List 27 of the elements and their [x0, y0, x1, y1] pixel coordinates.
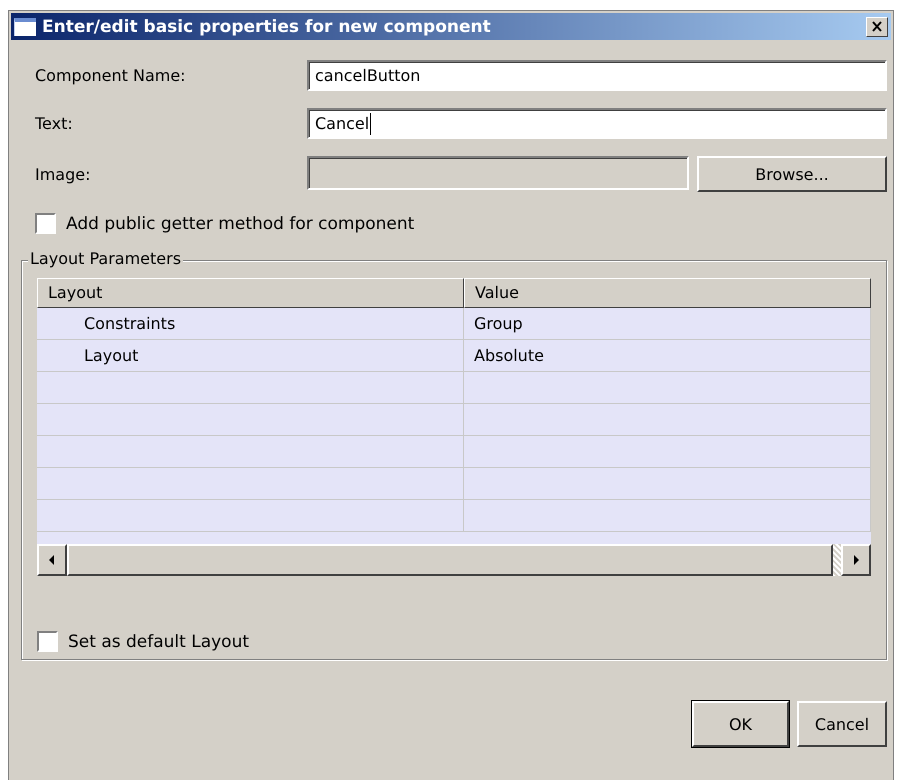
window-title: Enter/edit basic properties for new component	[42, 16, 492, 36]
close-icon	[871, 21, 883, 32]
table-cell: Group	[464, 308, 871, 340]
scroll-right-button[interactable]	[841, 544, 871, 576]
checkbox-label: Set as default Layout	[68, 632, 250, 652]
checkbox[interactable]	[37, 631, 58, 652]
dialog-button[interactable]: Cancel	[797, 701, 887, 747]
window-icon	[14, 18, 36, 36]
table-cell: Absolute	[464, 340, 871, 372]
table-cell: Layout	[37, 340, 464, 372]
scroll-left-button[interactable]	[37, 544, 67, 576]
field-label: Text:	[35, 114, 74, 133]
scroll-track[interactable]	[833, 544, 841, 576]
field-label: Component Name:	[35, 66, 187, 85]
column-header[interactable]: Value	[464, 278, 871, 308]
input-field[interactable]: Cancel	[307, 108, 887, 139]
field-label: Image:	[35, 164, 92, 184]
checkbox[interactable]	[35, 213, 56, 234]
group-title: Layout Parameters	[28, 249, 184, 268]
column-header[interactable]: Layout	[37, 278, 464, 308]
close-button[interactable]	[866, 16, 888, 36]
input-field[interactable]: cancelButton	[307, 60, 887, 91]
table-cell: Constraints	[37, 308, 464, 340]
left-arrow-icon	[49, 555, 55, 565]
right-arrow-icon	[853, 555, 859, 565]
dialog-button[interactable]: OK	[692, 701, 789, 747]
checkbox-label: Add public getter method for component	[66, 214, 414, 234]
